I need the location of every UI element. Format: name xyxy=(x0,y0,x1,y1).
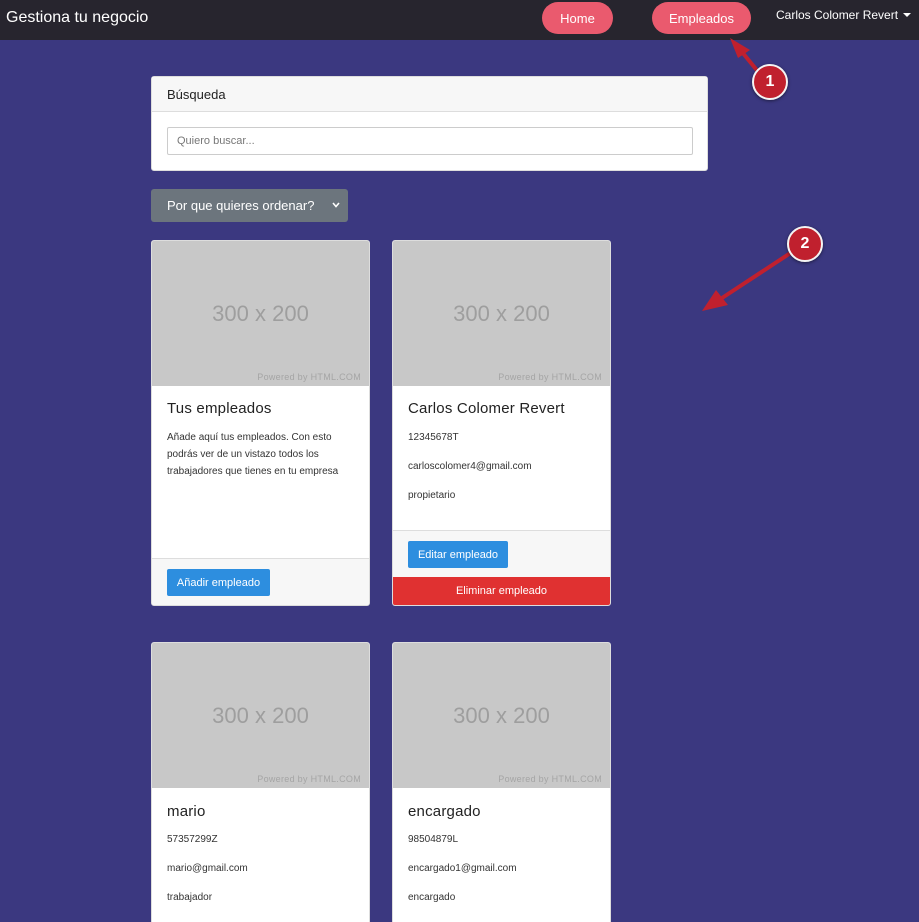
image-powered-text: Powered by HTML.COM xyxy=(257,774,361,784)
user-menu-dropdown[interactable]: Carlos Colomer Revert xyxy=(776,8,912,22)
card-description: Añade aquí tus empleados. Con esto podrá… xyxy=(167,432,339,477)
image-dims-text: 300 x 200 xyxy=(212,703,309,728)
card-title: Tus empleados xyxy=(167,400,272,417)
image-powered-text: Powered by HTML.COM xyxy=(257,372,361,382)
brand-title[interactable]: Gestiona tu negocio xyxy=(6,9,148,27)
image-dims-text: 300 x 200 xyxy=(212,301,309,326)
employee-id: 98504879L xyxy=(408,834,459,845)
employee-email: encargado1@gmail.com xyxy=(408,863,517,874)
sort-label: Por que quieres ordenar? xyxy=(167,198,315,213)
search-input[interactable] xyxy=(167,127,693,155)
arrow-2-icon xyxy=(702,250,794,311)
nav-employees-button[interactable]: Empleados xyxy=(652,2,751,34)
card-employee: 300 x 200 Powered by HTML.COM mario 5735… xyxy=(151,642,370,922)
employee-role: trabajador xyxy=(167,892,213,903)
nav-home-button[interactable]: Home xyxy=(542,2,613,34)
employee-id: 57357299Z xyxy=(167,834,218,845)
delete-employee-button[interactable]: Eliminar empleado xyxy=(393,577,610,605)
card-footer: Añadir empleado xyxy=(152,558,369,605)
card-footer: Editar empleado Eliminar empleado xyxy=(393,530,610,605)
placeholder-image: 300 x 200 Powered by HTML.COM xyxy=(393,241,610,386)
image-powered-text: Powered by HTML.COM xyxy=(498,774,602,784)
add-employee-button[interactable]: Añadir empleado xyxy=(167,569,270,596)
edit-employee-button[interactable]: Editar empleado xyxy=(408,541,508,568)
search-header: Búsqueda xyxy=(152,77,707,112)
placeholder-image: 300 x 200 Powered by HTML.COM xyxy=(393,643,610,788)
chevron-down-icon xyxy=(332,202,340,208)
card-employee: 300 x 200 Powered by HTML.COM Carlos Col… xyxy=(392,240,611,606)
sort-dropdown[interactable]: Por que quieres ordenar? xyxy=(151,189,348,222)
employee-name: Carlos Colomer Revert xyxy=(408,400,565,417)
caret-down-icon xyxy=(903,13,912,17)
user-name: Carlos Colomer Revert xyxy=(776,8,899,22)
card-employee: 300 x 200 Powered by HTML.COM encargado … xyxy=(392,642,611,922)
placeholder-image: 300 x 200 Powered by HTML.COM xyxy=(152,643,369,788)
arrow-1-icon xyxy=(730,38,762,76)
search-panel: Búsqueda xyxy=(151,76,708,171)
employee-name: encargado xyxy=(408,803,481,820)
employee-email: mario@gmail.com xyxy=(167,863,248,874)
placeholder-image: 300 x 200 Powered by HTML.COM xyxy=(152,241,369,386)
employee-name: mario xyxy=(167,803,206,820)
navbar: Gestiona tu negocio Home Empleados Carlo… xyxy=(0,0,919,40)
annotation-badge-1: 1 xyxy=(752,64,788,100)
employee-role: propietario xyxy=(408,490,456,501)
image-dims-text: 300 x 200 xyxy=(453,703,550,728)
employee-email: carloscolomer4@gmail.com xyxy=(408,461,532,472)
card-add-employees: 300 x 200 Powered by HTML.COM Tus emplea… xyxy=(151,240,370,606)
employee-id: 12345678T xyxy=(408,432,459,443)
image-powered-text: Powered by HTML.COM xyxy=(498,372,602,382)
annotation-badge-2: 2 xyxy=(787,226,823,262)
image-dims-text: 300 x 200 xyxy=(453,301,550,326)
employee-role: encargado xyxy=(408,892,456,903)
